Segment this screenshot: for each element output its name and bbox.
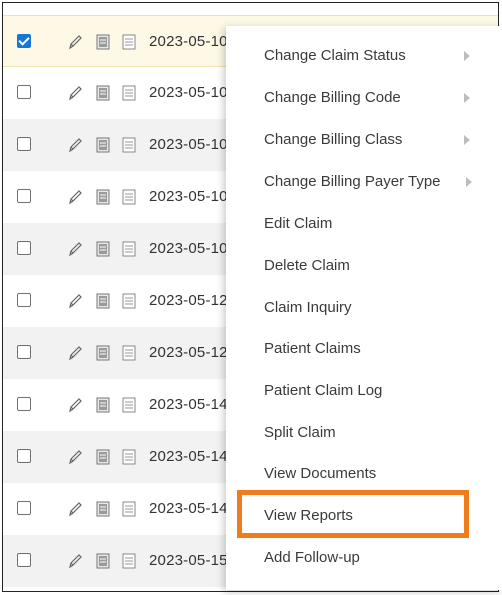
pencil-icon[interactable] (67, 396, 83, 414)
pencil-icon[interactable] (67, 84, 83, 102)
row-checkbox[interactable] (17, 293, 31, 307)
pencil-icon[interactable] (67, 552, 83, 570)
chevron-right-icon (464, 51, 470, 61)
row-checkbox[interactable] (17, 553, 31, 567)
menu-item-label: Change Billing Class (264, 131, 403, 148)
chevron-right-icon (466, 177, 472, 187)
notes-icon[interactable] (121, 500, 137, 518)
menu-item-label: View Reports (264, 507, 353, 524)
document-icon[interactable] (95, 292, 111, 310)
menu-item-label: Edit Claim (264, 215, 333, 232)
notes-icon[interactable] (121, 552, 137, 570)
menu-item-add-follow-up[interactable]: Add Follow-up (226, 538, 502, 578)
claim-date: 2023-05-15 (149, 552, 228, 569)
menu-item-label: Delete Claim (264, 257, 350, 274)
pencil-icon[interactable] (67, 448, 83, 466)
notes-icon[interactable] (121, 448, 137, 466)
claim-date: 2023-05-10 (149, 240, 228, 257)
pencil-icon[interactable] (67, 240, 83, 258)
menu-item-change-billing-class[interactable]: Change Billing Class (226, 120, 502, 160)
menu-item-patient-claim-log[interactable]: Patient Claim Log (226, 371, 502, 411)
menu-item-change-billing-code[interactable]: Change Billing Code (226, 78, 502, 118)
claim-date: 2023-05-14 (149, 500, 228, 517)
row-checkbox[interactable] (17, 34, 31, 48)
document-icon[interactable] (95, 33, 111, 51)
notes-icon[interactable] (121, 344, 137, 362)
notes-icon[interactable] (121, 292, 137, 310)
document-icon[interactable] (95, 448, 111, 466)
claim-date: 2023-05-12 (149, 292, 228, 309)
pencil-icon[interactable] (67, 136, 83, 154)
document-icon[interactable] (95, 240, 111, 258)
menu-item-delete-claim[interactable]: Delete Claim (226, 246, 502, 286)
row-checkbox[interactable] (17, 137, 31, 151)
menu-item-label: View Documents (264, 465, 377, 482)
menu-item-patient-claims[interactable]: Patient Claims (226, 329, 502, 369)
menu-item-label: Add Follow-up (264, 549, 360, 566)
menu-item-claim-inquiry[interactable]: Claim Inquiry (226, 288, 502, 328)
document-icon[interactable] (95, 136, 111, 154)
context-menu: Change Claim Status Change Billing Code … (226, 26, 502, 590)
menu-item-label: Change Billing Code (264, 89, 401, 106)
pencil-icon[interactable] (67, 500, 83, 518)
menu-item-label: Change Billing Payer Type (264, 173, 441, 190)
menu-item-label: Change Claim Status (264, 47, 406, 64)
document-icon[interactable] (95, 84, 111, 102)
pencil-icon[interactable] (67, 344, 83, 362)
claim-date: 2023-05-14 (149, 448, 228, 465)
document-icon[interactable] (95, 188, 111, 206)
menu-item-label: Patient Claims (264, 340, 361, 357)
menu-item-label: Claim Inquiry (264, 299, 352, 316)
claim-date: 2023-05-10 (149, 84, 228, 101)
row-checkbox[interactable] (17, 241, 31, 255)
row-checkbox[interactable] (17, 345, 31, 359)
notes-icon[interactable] (121, 396, 137, 414)
row-checkbox[interactable] (17, 501, 31, 515)
document-icon[interactable] (95, 552, 111, 570)
menu-item-label: Split Claim (264, 424, 336, 441)
notes-icon[interactable] (121, 84, 137, 102)
claim-date: 2023-05-12 (149, 344, 228, 361)
notes-icon[interactable] (121, 240, 137, 258)
menu-item-edit-claim[interactable]: Edit Claim (226, 204, 502, 244)
row-checkbox[interactable] (17, 189, 31, 203)
document-icon[interactable] (95, 344, 111, 362)
document-icon[interactable] (95, 500, 111, 518)
menu-item-label: Patient Claim Log (264, 382, 383, 399)
notes-icon[interactable] (121, 188, 137, 206)
row-checkbox[interactable] (17, 85, 31, 99)
pencil-icon[interactable] (67, 292, 83, 310)
notes-icon[interactable] (121, 136, 137, 154)
menu-item-view-documents[interactable]: View Documents (226, 454, 502, 494)
pencil-icon[interactable] (67, 188, 83, 206)
chevron-right-icon (464, 135, 470, 145)
menu-item-view-reports[interactable]: View Reports (226, 496, 502, 536)
menu-item-change-billing-payer-type[interactable]: Change Billing Payer Type (226, 162, 502, 202)
pencil-icon[interactable] (67, 33, 83, 51)
claim-date: 2023-05-10 (149, 136, 228, 153)
notes-icon[interactable] (121, 33, 137, 51)
row-checkbox[interactable] (17, 397, 31, 411)
row-checkbox[interactable] (17, 449, 31, 463)
claim-date: 2023-05-14 (149, 396, 228, 413)
document-icon[interactable] (95, 396, 111, 414)
chevron-right-icon (464, 93, 470, 103)
menu-item-split-claim[interactable]: Split Claim (226, 413, 502, 453)
menu-item-change-claim-status[interactable]: Change Claim Status (226, 36, 502, 76)
claim-date: 2023-05-10 (149, 188, 228, 205)
claim-date: 2023-05-10 (149, 33, 228, 50)
